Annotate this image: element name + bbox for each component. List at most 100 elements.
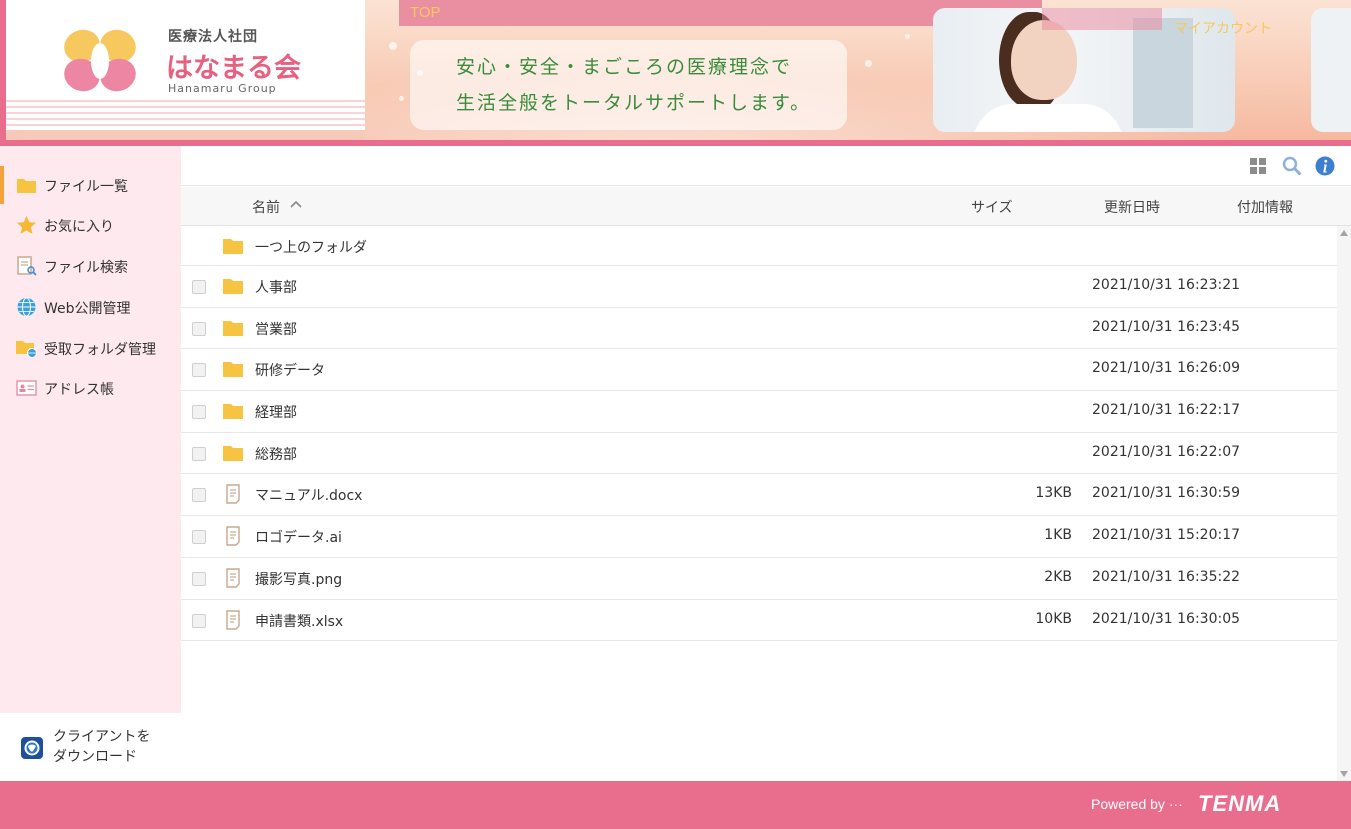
scroll-down-arrow-icon[interactable] xyxy=(1340,771,1348,777)
column-name-header[interactable]: 名前 xyxy=(252,197,280,217)
tagline-line-1: 安心・安全・まごころの医療理念で xyxy=(456,56,793,78)
client-download-line-1: クライアントを xyxy=(53,729,151,745)
table-row[interactable]: 撮影写真.png 2KB 2021/10/31 16:35:22 xyxy=(181,557,1337,600)
folder-icon xyxy=(223,239,243,254)
table-row[interactable]: マニュアル.docx 13KB 2021/10/31 16:30:59 xyxy=(181,474,1337,517)
folder-icon xyxy=(223,362,243,378)
table-row[interactable]: 研修データ 2021/10/31 16:26:09 xyxy=(181,349,1337,392)
banner-dot xyxy=(399,96,404,101)
row-name[interactable]: 経理部 xyxy=(255,402,297,422)
address-card-icon xyxy=(16,380,37,396)
sidebar-item-label: お気に入り xyxy=(44,219,114,235)
row-checkbox[interactable] xyxy=(192,321,206,336)
client-download-button[interactable]: クライアントを ダウンロード xyxy=(0,713,181,781)
toolbar xyxy=(181,146,1351,186)
table-row[interactable]: 経理部 2021/10/31 16:22:17 xyxy=(181,391,1337,433)
client-download-icon xyxy=(21,737,43,759)
row-name[interactable]: マニュアル.docx xyxy=(255,485,362,505)
banner-dot xyxy=(389,42,397,50)
table-row[interactable]: ロゴデータ.ai 1KB 2021/10/31 15:20:17 xyxy=(181,516,1337,558)
row-name[interactable]: ロゴデータ.ai xyxy=(255,527,342,547)
row-checkbox[interactable] xyxy=(192,613,206,628)
column-modified-header[interactable]: 更新日時 xyxy=(1104,197,1160,217)
row-checkbox[interactable] xyxy=(192,280,206,294)
grid-view-icon[interactable] xyxy=(1248,156,1268,176)
sidebar-item-label: 受取フォルダ管理 xyxy=(44,342,156,358)
file-list-header: 名前 サイズ 更新日時 付加情報 xyxy=(181,187,1351,226)
client-download-label: クライアントを ダウンロード xyxy=(53,727,173,767)
row-checkbox[interactable] xyxy=(192,488,206,503)
row-name[interactable]: 研修データ xyxy=(255,360,325,380)
sidebar-item-label: Web公開管理 xyxy=(44,301,131,317)
banner-dot xyxy=(905,34,910,39)
sidebar-item-favorites[interactable]: お気に入り xyxy=(0,206,181,244)
star-icon xyxy=(17,216,36,234)
row-date: 2021/10/31 16:30:05 xyxy=(1092,610,1241,627)
globe-icon xyxy=(17,297,36,317)
scroll-up-arrow-icon[interactable] xyxy=(1340,230,1348,236)
row-name[interactable]: 申請書類.xlsx xyxy=(255,611,343,631)
folder-icon xyxy=(17,179,36,193)
column-size-header[interactable]: サイズ xyxy=(971,197,1013,217)
document-icon xyxy=(226,568,240,588)
folder-icon xyxy=(223,279,243,294)
site-header: 医療法人社団 はなまる会 Hanamaru Group TOP 安心・安全・まご… xyxy=(0,0,1351,146)
row-size: 2KB xyxy=(1044,568,1072,585)
top-link-label: TOP xyxy=(410,4,441,21)
row-name[interactable]: 人事部 xyxy=(255,277,297,297)
sidebar-item-file-list[interactable]: ファイル一覧 xyxy=(0,166,181,204)
table-row[interactable]: 総務部 2021/10/31 16:22:07 xyxy=(181,432,1337,475)
row-date: 2021/10/31 15:20:17 xyxy=(1092,527,1241,544)
sidebar-item-web-publish[interactable]: Web公開管理 xyxy=(0,288,181,326)
parent-folder-row[interactable]: 一つ上のフォルダ xyxy=(181,226,1337,266)
footer: Powered by ··· TENMA xyxy=(0,781,1351,829)
folder-globe-icon xyxy=(16,341,37,358)
org-name-en-text: Hanamaru Group xyxy=(168,82,277,95)
sidebar-item-label: アドレス帳 xyxy=(44,382,114,398)
photo-face xyxy=(1011,20,1077,100)
sidebar-item-label: ファイル検索 xyxy=(44,260,128,276)
client-download-line-2: ダウンロード xyxy=(53,749,137,765)
folder-icon xyxy=(223,320,243,336)
sidebar-item-file-search[interactable]: ファイル検索 xyxy=(0,247,181,285)
row-checkbox[interactable] xyxy=(192,530,206,545)
document-icon xyxy=(226,526,240,546)
row-size: 13KB xyxy=(1035,485,1072,502)
sort-ascending-icon[interactable] xyxy=(289,197,303,211)
document-icon xyxy=(226,484,240,505)
powered-by-text: Powered by ··· xyxy=(1091,796,1183,812)
my-account-link[interactable]: マイアカウント xyxy=(1174,18,1272,38)
search-icon[interactable] xyxy=(1282,156,1302,176)
header-left-border xyxy=(0,0,6,146)
folder-icon xyxy=(223,404,243,420)
row-date: 2021/10/31 16:23:21 xyxy=(1092,277,1241,293)
row-size: 10KB xyxy=(1035,610,1072,627)
row-date: 2021/10/31 16:30:59 xyxy=(1092,485,1241,502)
row-name[interactable]: 総務部 xyxy=(255,444,297,464)
row-checkbox[interactable] xyxy=(192,446,206,461)
file-list: 一つ上のフォルダ 人事部 2021/10/31 16:23:21 営業部 202… xyxy=(181,226,1337,642)
row-name[interactable]: 撮影写真.png xyxy=(255,569,342,589)
row-date: 2021/10/31 16:22:07 xyxy=(1092,443,1241,460)
table-row[interactable]: 営業部 2021/10/31 16:23:45 xyxy=(181,307,1337,350)
org-type-text: 医療法人社団 xyxy=(168,29,258,45)
document-icon xyxy=(226,609,240,630)
logo-stripes xyxy=(6,100,365,126)
row-name[interactable]: 営業部 xyxy=(255,319,297,339)
vertical-scrollbar[interactable] xyxy=(1337,226,1351,781)
column-extra-header[interactable]: 付加情報 xyxy=(1237,197,1293,217)
info-icon[interactable] xyxy=(1315,156,1335,176)
sidebar-item-receive-folder[interactable]: 受取フォルダ管理 xyxy=(0,329,181,367)
sidebar: ファイル一覧 お気に入り ファイル検索 Web公開管理 受取フォルダ管理 アドレ… xyxy=(0,146,181,781)
photo-coat xyxy=(973,104,1123,132)
row-date: 2021/10/31 16:26:09 xyxy=(1092,360,1241,377)
row-checkbox[interactable] xyxy=(192,363,206,378)
sidebar-item-label: ファイル一覧 xyxy=(44,179,128,195)
row-checkbox[interactable] xyxy=(192,571,206,586)
sidebar-item-address-book[interactable]: アドレス帳 xyxy=(0,369,181,407)
table-row[interactable]: 申請書類.xlsx 10KB 2021/10/31 16:30:05 xyxy=(181,599,1337,642)
my-account-bar xyxy=(1042,8,1162,30)
tenma-logo[interactable]: TENMA xyxy=(1198,791,1281,817)
row-checkbox[interactable] xyxy=(192,405,206,420)
table-row[interactable]: 人事部 2021/10/31 16:23:21 xyxy=(181,266,1337,308)
